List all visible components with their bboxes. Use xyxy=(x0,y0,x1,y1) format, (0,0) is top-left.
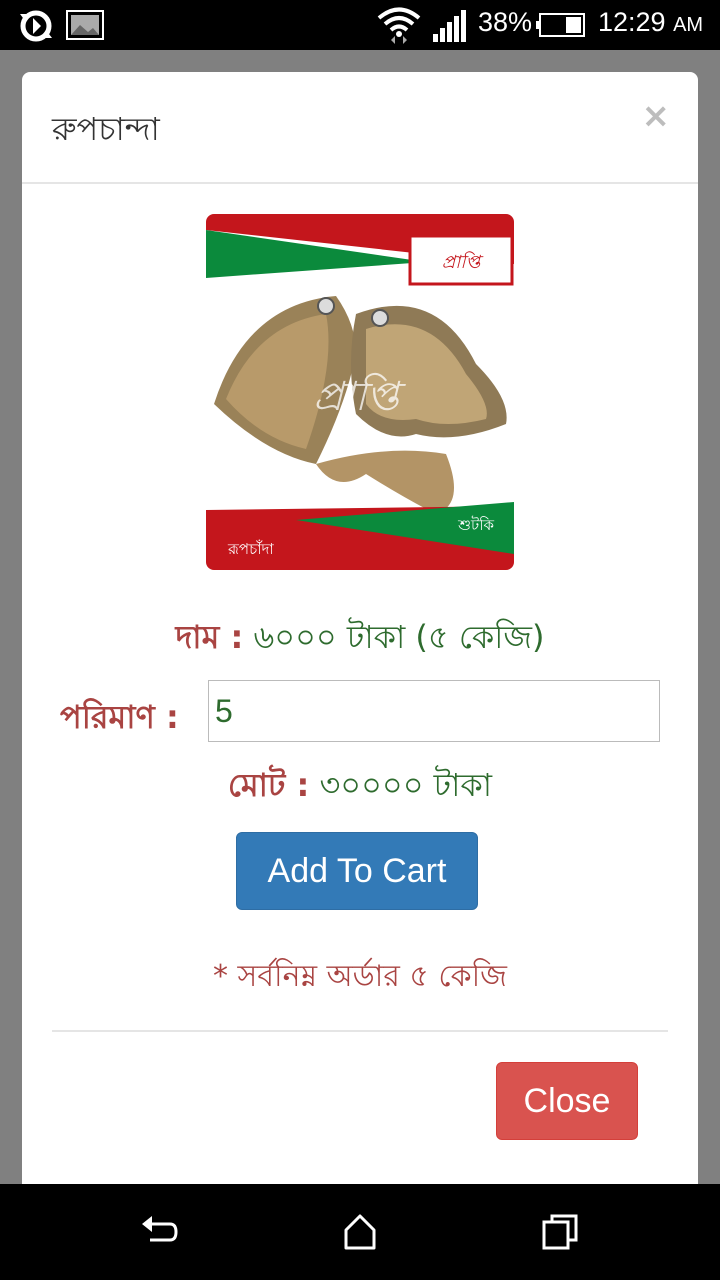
price-label: দাম : xyxy=(175,618,244,656)
home-icon[interactable] xyxy=(340,1212,380,1252)
quantity-input[interactable] xyxy=(208,680,660,742)
product-modal: রুপচান্দা × প্রাপ্তি প্রাপ্তি শুটকি রূপচ… xyxy=(22,72,698,1212)
navigation-bar xyxy=(0,1184,720,1280)
close-icon[interactable]: × xyxy=(642,96,671,136)
status-bar: 38% 12:29 AM xyxy=(0,0,720,50)
sync-icon xyxy=(20,10,52,42)
brand-logo-text: প্রাপ্তি xyxy=(442,251,484,273)
wifi-icon xyxy=(377,7,421,44)
minimum-order-note: * সর্বনিম্ন অর্ডার ৫ কেজি xyxy=(212,959,508,994)
price-value: ৬০০০ টাকা (৫ কেজি) xyxy=(253,618,545,656)
clock: 12:29 AM xyxy=(598,7,704,37)
battery-percent: 38% xyxy=(478,7,533,37)
recent-apps-icon[interactable] xyxy=(540,1212,580,1252)
price-line: দাম : ৬০০০ টাকা (৫ কেজি) xyxy=(22,612,698,666)
modal-header: রুপচান্দা × xyxy=(22,72,698,184)
category-label: শুটকি xyxy=(457,516,494,534)
clock-ampm: AM xyxy=(673,14,704,36)
signal-icon xyxy=(433,10,466,42)
add-to-cart-button[interactable]: Add To Cart xyxy=(236,832,478,910)
image-icon xyxy=(66,10,104,40)
footer-divider xyxy=(52,1030,668,1032)
total-value: ৩০০০০ টাকা xyxy=(319,766,493,804)
product-image: প্রাপ্তি প্রাপ্তি শুটকি রূপচাঁদা xyxy=(206,214,514,570)
total-label: মোট : xyxy=(227,766,310,804)
product-label: রূপচাঁদা xyxy=(227,540,274,558)
close-button[interactable]: Close xyxy=(496,1062,638,1140)
total-line: মোট : ৩০০০০ টাকা xyxy=(22,760,698,814)
quantity-label: পরিমাণ : xyxy=(60,698,179,736)
back-icon[interactable] xyxy=(140,1212,180,1252)
modal-title: রুপচান্দা xyxy=(52,110,160,148)
watermark-text: প্রাপ্তি xyxy=(313,372,406,420)
battery-icon xyxy=(536,13,585,37)
